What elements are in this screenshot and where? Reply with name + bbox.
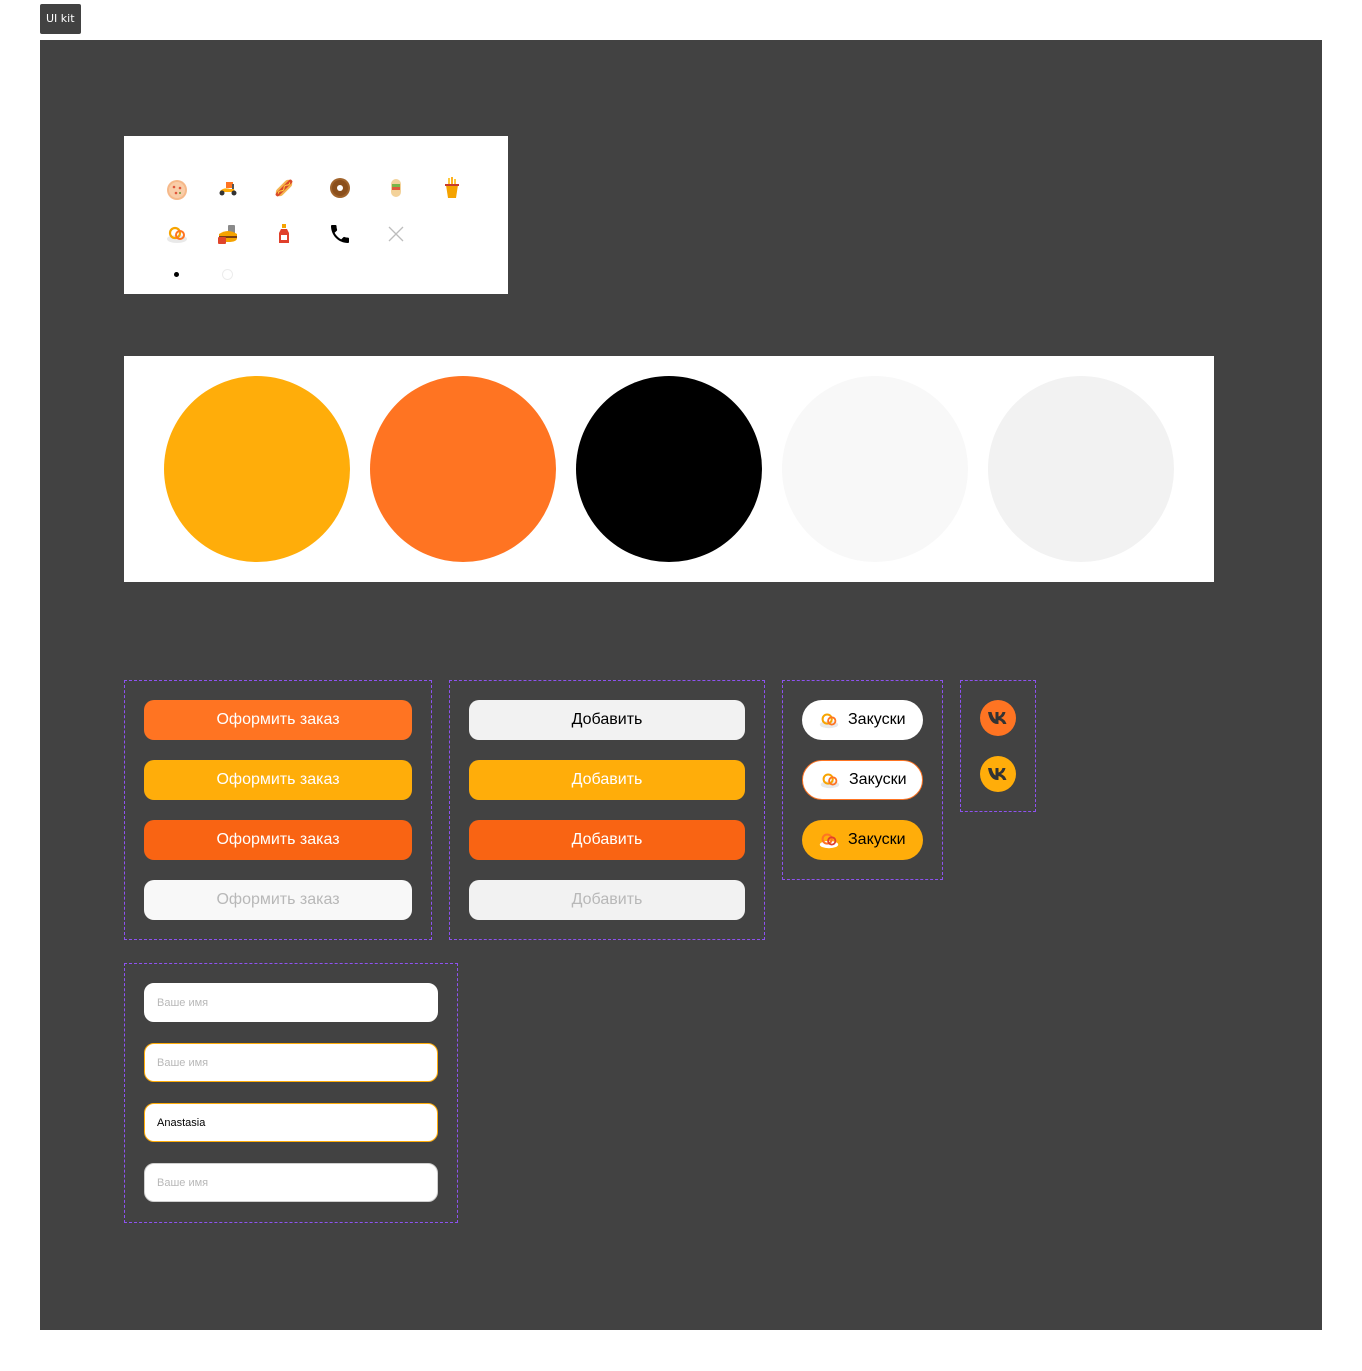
ui-kit-canvas: Оформить заказ Оформить заказ Оформить з… <box>40 40 1322 1330</box>
category-pill-hover[interactable]: Закуски <box>802 760 923 800</box>
combo-icon <box>216 222 240 246</box>
category-pill-label: Закуски <box>849 771 907 788</box>
add-button-states: Добавить Добавить Добавить Добавить <box>449 680 765 940</box>
order-button-states: Оформить заказ Оформить заказ Оформить з… <box>124 680 432 940</box>
category-pill-states: Закуски Закуски Закуски <box>782 680 943 880</box>
donut-icon <box>328 176 352 200</box>
category-pill-label: Закуски <box>848 831 906 848</box>
category-pill-default[interactable]: Закуски <box>802 700 923 740</box>
name-input-filled[interactable] <box>144 1103 438 1142</box>
hotdog-icon <box>272 176 296 200</box>
sauce-icon <box>272 222 296 246</box>
color-palette <box>124 356 1214 582</box>
color-swatch-orange <box>370 376 556 562</box>
order-button-active[interactable]: Оформить заказ <box>144 820 412 860</box>
category-pill-label: Закуски <box>848 711 906 728</box>
fries-icon <box>440 176 464 200</box>
snacks-icon <box>818 709 840 731</box>
phone-icon <box>328 222 352 246</box>
add-button-disabled[interactable]: Добавить <box>469 880 745 920</box>
color-swatch-gray <box>988 376 1174 562</box>
add-button-hover[interactable]: Добавить <box>469 760 745 800</box>
color-swatch-black <box>576 376 762 562</box>
vk-button-hover[interactable] <box>980 756 1016 792</box>
icons-panel <box>124 136 508 294</box>
vk-icon <box>988 712 1007 724</box>
burrito-icon <box>384 176 408 200</box>
name-input-default[interactable] <box>144 983 438 1022</box>
color-swatch-light-gray <box>782 376 968 562</box>
close-icon[interactable] <box>384 222 408 246</box>
order-button-hover[interactable]: Оформить заказ <box>144 760 412 800</box>
vk-button-default[interactable] <box>980 700 1016 736</box>
order-button-disabled[interactable]: Оформить заказ <box>144 880 412 920</box>
order-button-default[interactable]: Оформить заказ <box>144 700 412 740</box>
snacks-icon <box>819 769 841 791</box>
scooter-icon <box>216 176 240 200</box>
add-button-active[interactable]: Добавить <box>469 820 745 860</box>
social-button-states <box>960 680 1036 812</box>
frame-label[interactable]: UI kit <box>40 4 81 34</box>
name-input-disabled[interactable] <box>144 1163 438 1202</box>
pizza-icon <box>165 178 189 202</box>
add-button-default[interactable]: Добавить <box>469 700 745 740</box>
snacks-icon <box>165 222 189 246</box>
vk-icon <box>988 768 1007 780</box>
input-field-states <box>124 963 458 1223</box>
name-input-focus[interactable] <box>144 1043 438 1082</box>
snacks-icon <box>818 829 840 851</box>
category-pill-active[interactable]: Закуски <box>802 820 923 860</box>
slider-dot-active[interactable] <box>174 272 179 277</box>
slider-dot-inactive[interactable] <box>222 269 233 280</box>
color-swatch-yellow <box>164 376 350 562</box>
